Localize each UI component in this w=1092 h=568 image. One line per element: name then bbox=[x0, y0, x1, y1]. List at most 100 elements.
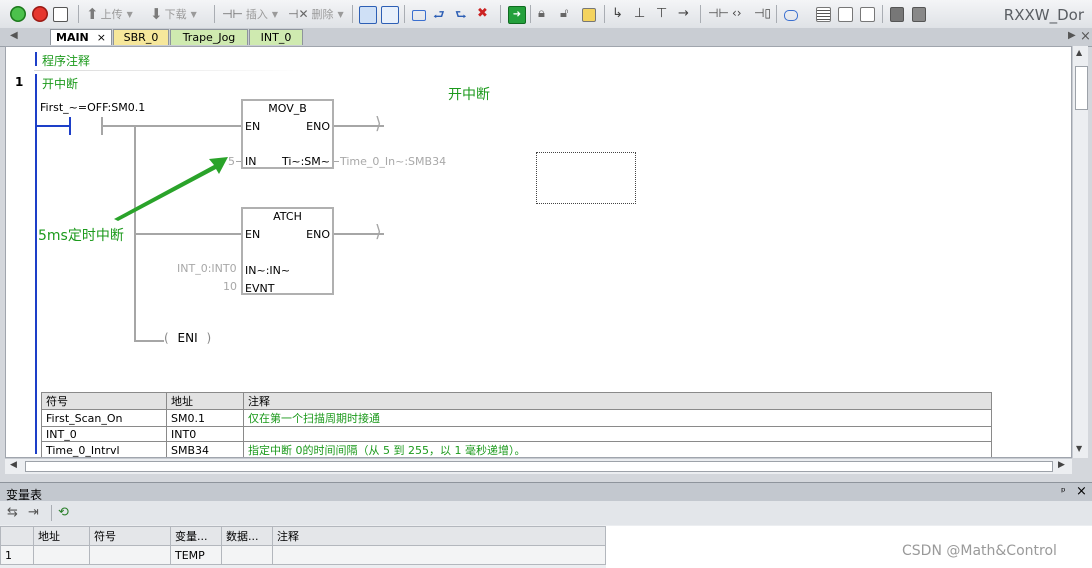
next-bookmark-icon[interactable]: ⮑ bbox=[455, 6, 471, 23]
edit-icon[interactable] bbox=[838, 7, 853, 22]
edit-pen-icon[interactable] bbox=[860, 7, 875, 22]
tab-scroll-left-icon[interactable]: ◀ bbox=[10, 30, 18, 41]
branch-wire bbox=[134, 233, 241, 235]
int-operand[interactable]: INT_0:INT0 bbox=[177, 262, 237, 275]
stop-icon[interactable] bbox=[32, 6, 48, 22]
contact-symbol: First_~=OFF:SM0.1 bbox=[40, 101, 146, 114]
upload-button[interactable]: ⬆ 上传 ▼ bbox=[86, 5, 133, 23]
scroll-down-icon[interactable]: ▼ bbox=[1076, 444, 1082, 453]
column-header[interactable]: 注释 bbox=[272, 526, 606, 546]
out-operand[interactable]: Time_0_In~:SMB34 bbox=[340, 155, 446, 168]
prev-bookmark-icon[interactable]: ⮐ bbox=[433, 6, 449, 23]
insert-icon: ⊣⊢ bbox=[222, 7, 243, 21]
mov-b-block[interactable]: MOV_B EN ENO IN Ti~:SM~ bbox=[241, 99, 334, 169]
program-status-icon[interactable] bbox=[359, 6, 377, 24]
symbol-cell: First_Scan_On bbox=[41, 409, 167, 427]
tab-label: MAIN bbox=[56, 31, 89, 44]
network-title[interactable]: 开中断 bbox=[42, 75, 78, 92]
pin-icon[interactable]: ᵖ bbox=[1061, 485, 1066, 498]
en-pin: EN bbox=[245, 228, 261, 241]
symbol-table-icon[interactable] bbox=[816, 7, 831, 22]
box-icon[interactable]: ⊣▯ bbox=[754, 6, 771, 22]
branch-wire bbox=[134, 340, 164, 342]
export-icon[interactable]: ➜ bbox=[508, 6, 526, 24]
download-icon: ⬇ bbox=[150, 5, 163, 23]
chevron-down-icon: ▼ bbox=[190, 9, 197, 19]
scroll-up-icon[interactable]: ▲ bbox=[1076, 48, 1082, 57]
scroll-left-icon[interactable]: ◀ bbox=[10, 460, 17, 470]
compile-icon[interactable] bbox=[53, 7, 68, 22]
tab-scroll-right-icon[interactable]: ▶ bbox=[1068, 30, 1076, 41]
eno-arrow-icon: ⟩ bbox=[375, 222, 382, 242]
block-title: ATCH bbox=[273, 210, 302, 223]
close-icon[interactable]: × bbox=[1080, 29, 1091, 44]
download-label: 下载 bbox=[164, 8, 187, 21]
upload-label: 上传 bbox=[100, 8, 123, 21]
chevron-down-icon: ▼ bbox=[271, 9, 279, 19]
close-icon[interactable]: × bbox=[97, 31, 106, 44]
chart-status-icon[interactable] bbox=[381, 6, 399, 24]
table-row[interactable]: 1 TEMP bbox=[0, 545, 606, 565]
column-header: 注释 bbox=[243, 392, 992, 410]
address-cell[interactable] bbox=[33, 545, 90, 565]
download-button[interactable]: ⬇ 下载 ▼ bbox=[150, 5, 197, 23]
horizontal-scrollbar[interactable]: ◀ ▶ bbox=[5, 458, 1072, 474]
program-comment[interactable]: 程序注释 bbox=[42, 52, 90, 69]
column-header: 符号 bbox=[41, 392, 167, 410]
var-type-cell[interactable]: TEMP bbox=[170, 545, 222, 565]
delete-label: 删除 bbox=[311, 8, 334, 21]
atch-block[interactable]: ATCH EN ENO IN~:IN~ EVNT bbox=[241, 207, 334, 295]
table-row: First_Scan_On SM0.1 仅在第一个扫描周期时接通 bbox=[41, 409, 992, 427]
comment-icon[interactable] bbox=[784, 10, 798, 21]
update-icon[interactable]: ⟲ bbox=[58, 505, 69, 520]
block-title: MOV_B bbox=[268, 102, 307, 115]
ladder-editor[interactable]: 程序注释 1 开中断 开中断 First_~=OFF:SM0.1 MOV_B E… bbox=[5, 46, 1072, 458]
lock-icon[interactable]: 🔒︎ bbox=[538, 6, 554, 22]
column-header[interactable]: 数据... bbox=[221, 526, 273, 546]
table-row: Time_0_Intrvl SMB34 指定中断 0的时间间隔（从 5 到 25… bbox=[41, 441, 992, 457]
upload-icon: ⬆ bbox=[86, 5, 99, 23]
insert-label: 插入 bbox=[245, 8, 268, 21]
cross-ref-icon[interactable] bbox=[890, 7, 904, 22]
line-right-icon[interactable]: → bbox=[678, 6, 694, 22]
bookmark-icon[interactable] bbox=[412, 10, 426, 21]
eni-coil[interactable]: ( ENI ) bbox=[164, 331, 211, 345]
branch-up-icon[interactable]: ⊥ bbox=[634, 6, 650, 22]
close-icon[interactable]: × bbox=[1076, 484, 1087, 499]
eno-arrow-icon: ⟩ bbox=[375, 114, 382, 134]
run-icon[interactable] bbox=[10, 6, 26, 22]
comment-cell: 指定中断 0的时间间隔（从 5 到 255，以 1 毫秒递增）。 bbox=[243, 441, 992, 457]
contact-left-bar[interactable] bbox=[69, 117, 71, 135]
symbol-cell[interactable] bbox=[89, 545, 171, 565]
scroll-right-icon[interactable]: ▶ bbox=[1058, 460, 1065, 470]
delete-icon: ⊣✕ bbox=[288, 7, 309, 21]
int-pin: IN~:IN~ bbox=[245, 264, 291, 277]
branch-down-icon[interactable]: ↳ bbox=[612, 6, 628, 22]
tab-main[interactable]: MAIN × bbox=[50, 29, 112, 45]
clear-bookmark-icon[interactable]: ✖ bbox=[477, 6, 493, 22]
scrollbar-thumb[interactable] bbox=[1075, 66, 1088, 110]
column-header[interactable]: 符号 bbox=[89, 526, 171, 546]
branch-line-icon[interactable]: ⊤ bbox=[656, 6, 672, 22]
data-type-cell[interactable] bbox=[221, 545, 273, 565]
comment-cell bbox=[243, 426, 992, 442]
tab-sbr-0[interactable]: SBR_0 bbox=[113, 29, 169, 45]
evnt-operand[interactable]: 10 bbox=[223, 280, 237, 293]
comment-cell[interactable] bbox=[272, 545, 606, 565]
properties-icon[interactable] bbox=[912, 7, 926, 22]
vertical-scrollbar[interactable]: ▲ ▼ bbox=[1072, 46, 1088, 458]
column-header[interactable]: 变量... bbox=[170, 526, 222, 546]
column-header[interactable]: 地址 bbox=[33, 526, 90, 546]
delete-button[interactable]: ⊣✕ 删除 ▼ bbox=[288, 5, 344, 23]
force-icon[interactable] bbox=[582, 8, 596, 22]
coil-icon[interactable]: ‹› bbox=[732, 6, 748, 22]
insert-row-icon[interactable]: ⇆ bbox=[7, 505, 18, 520]
scrollbar-thumb[interactable] bbox=[25, 461, 1053, 472]
symbol-table: 符号 地址 注释 First_Scan_On SM0.1 仅在第一个扫描周期时接… bbox=[41, 392, 992, 457]
tab-trape-jog[interactable]: Trape_Jog bbox=[170, 29, 248, 45]
unlock-icon[interactable]: 🔓︎ bbox=[560, 6, 576, 22]
contact-icon[interactable]: ⊣⊢ bbox=[708, 6, 729, 22]
tab-int-0[interactable]: INT_0 bbox=[249, 29, 303, 45]
delete-row-icon[interactable]: ⇥ bbox=[28, 505, 39, 520]
insert-button[interactable]: ⊣⊢ 插入 ▼ bbox=[222, 5, 278, 23]
